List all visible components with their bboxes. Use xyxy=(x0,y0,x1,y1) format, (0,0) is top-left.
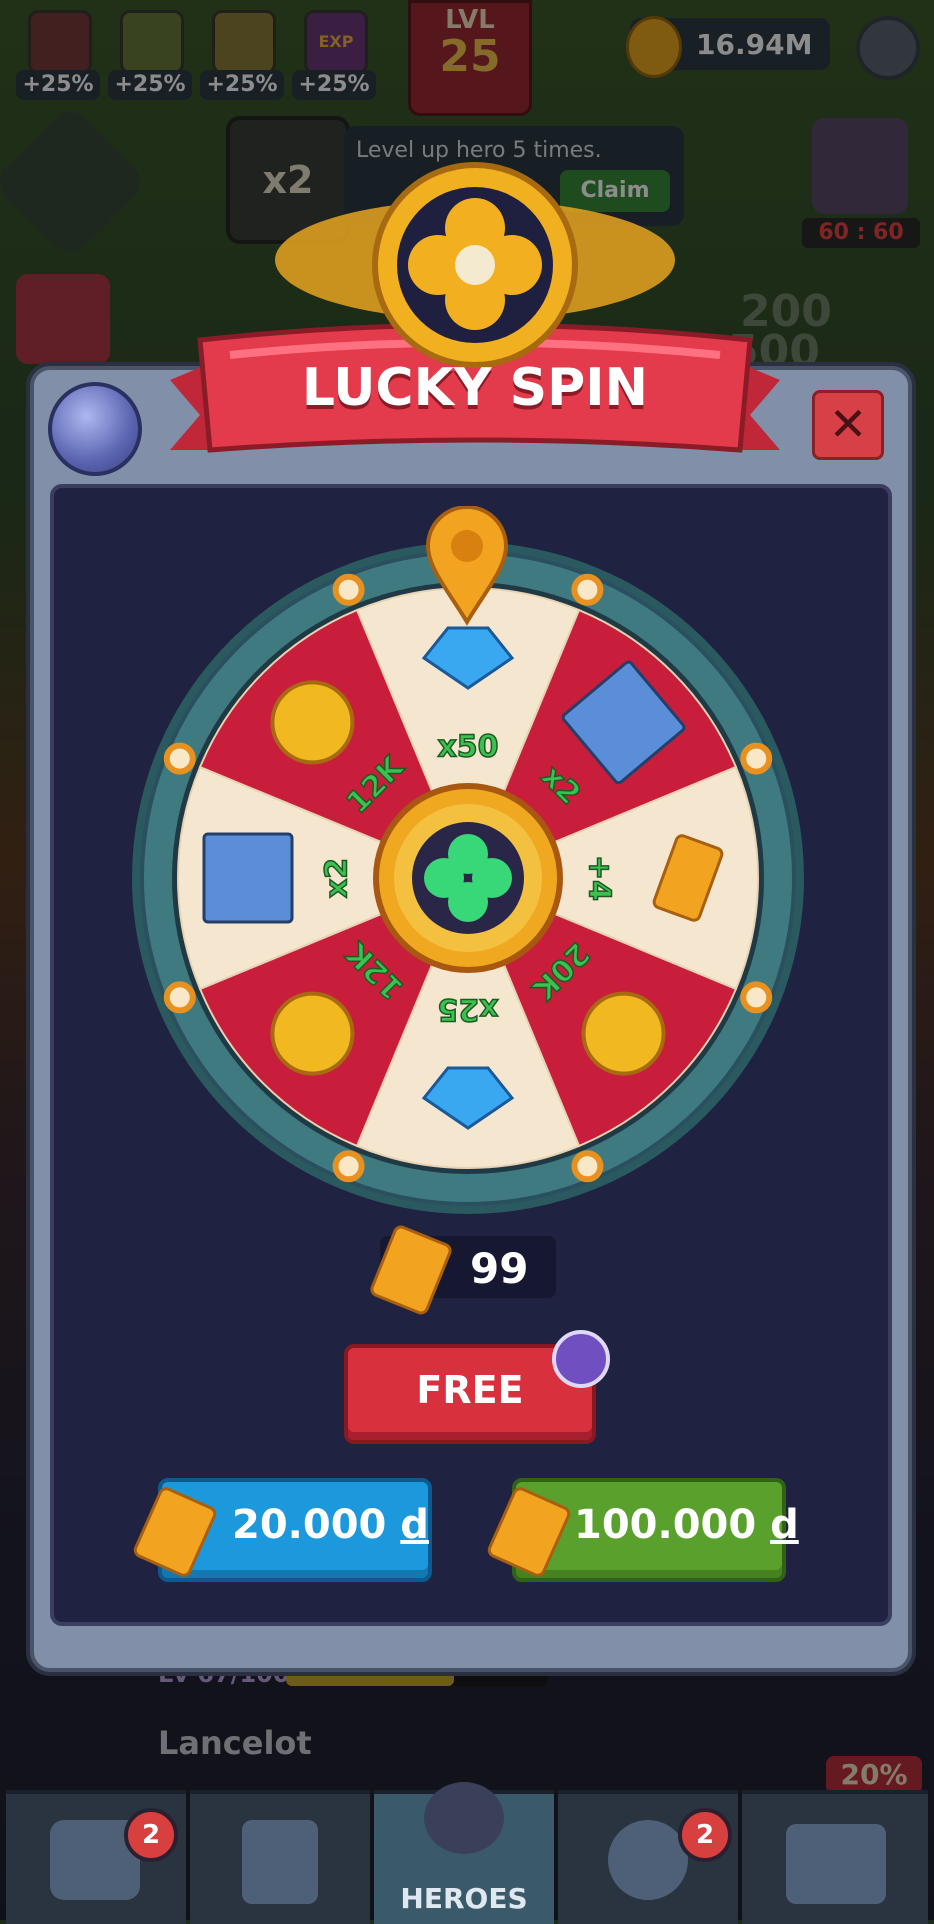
currency-symbol: d xyxy=(400,1502,429,1548)
buy-spin-button-100000[interactable]: 100.000 d xyxy=(485,1478,799,1582)
price-20000: 20.000 d xyxy=(232,1502,429,1548)
wheel-stud xyxy=(163,742,196,775)
pointer-icon xyxy=(425,506,509,626)
heroes-icon xyxy=(424,1782,504,1854)
gear-nav-icon xyxy=(608,1820,688,1900)
prize-wheel[interactable]: x50x2+420Kx2512Kx212K xyxy=(130,540,806,1216)
nav-badge: 2 xyxy=(124,1808,178,1862)
wheel-stud xyxy=(571,573,604,606)
nav-gear[interactable]: 2 xyxy=(558,1790,738,1924)
title-ribbon xyxy=(170,162,780,453)
segment-label: x2 xyxy=(320,858,355,898)
upgrade-icon xyxy=(242,1820,318,1904)
wheel-stud xyxy=(163,981,196,1014)
hero-card-icon xyxy=(202,832,294,924)
segment-label: x50 xyxy=(437,730,498,765)
coins-icon xyxy=(270,680,355,765)
nav-chest[interactable]: 2 xyxy=(6,1790,186,1924)
buy-spin-button-20000[interactable]: 20.000 d xyxy=(131,1478,432,1582)
wheel-stud xyxy=(332,573,365,606)
close-icon: ✕ xyxy=(828,397,868,451)
wheel-stud xyxy=(740,981,773,1014)
popup-title: LUCKY SPIN xyxy=(301,358,649,418)
emblem-clover-icon xyxy=(420,230,430,240)
wheel-stud xyxy=(740,742,773,775)
segment-label: x25 xyxy=(437,992,498,1027)
segment-label: +4 xyxy=(582,855,617,901)
castle-icon xyxy=(786,1824,886,1904)
coins-icon xyxy=(581,991,666,1076)
nav-label: HEROES xyxy=(400,1882,528,1915)
nav-upgrade[interactable] xyxy=(190,1790,370,1924)
nav-heroes[interactable]: HEROES xyxy=(374,1782,554,1924)
wheel-stud xyxy=(571,1150,604,1183)
close-button[interactable]: ✕ xyxy=(812,390,884,460)
nav-castle[interactable] xyxy=(742,1790,928,1924)
price-100000: 100.000 d xyxy=(574,1502,799,1548)
nav-badge: 2 xyxy=(678,1808,732,1862)
price-value: 20.000 xyxy=(232,1502,387,1548)
wheel-stud xyxy=(332,1150,365,1183)
info-orb-icon[interactable] xyxy=(48,382,142,476)
price-value: 100.000 xyxy=(574,1502,757,1548)
video-ad-icon xyxy=(552,1330,610,1388)
coins-icon xyxy=(270,991,355,1076)
ticket-count: 99 xyxy=(470,1244,529,1293)
ticket-counter: 99 xyxy=(368,1223,556,1317)
currency-symbol: d xyxy=(770,1502,799,1548)
